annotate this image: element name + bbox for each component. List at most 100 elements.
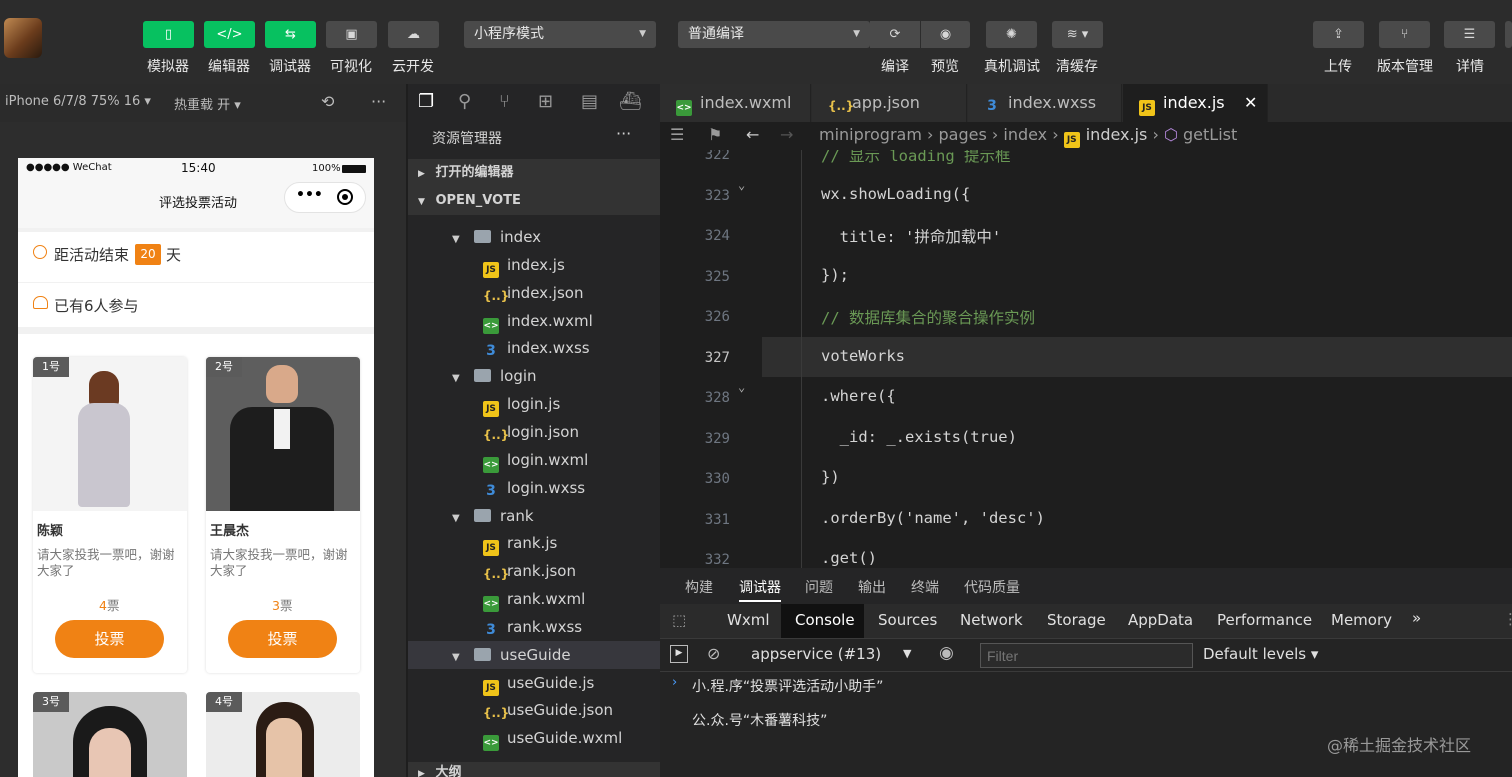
levels-select[interactable]: Default levels ▾	[1203, 645, 1318, 663]
forward-arrow-icon[interactable]: →	[780, 122, 793, 148]
file-item[interactable]: <> rank.wxml	[408, 585, 660, 613]
remote-debug-button[interactable]: ✺	[986, 21, 1037, 48]
debugger-toggle-button[interactable]: ⇆	[265, 21, 316, 48]
eye-icon[interactable]: ◉	[939, 643, 954, 663]
tab-problems[interactable]: 问题	[805, 577, 833, 597]
sidebar-toggle-icon[interactable]: ▶	[670, 645, 688, 663]
folder-item[interactable]: ▼ login	[408, 362, 660, 390]
breadcrumb-item[interactable]: pages	[939, 125, 987, 144]
file-item[interactable]: JS rank.js	[408, 529, 660, 557]
tab-console[interactable]: Console	[795, 611, 855, 629]
work-card[interactable]: 3号	[33, 692, 187, 777]
back-arrow-icon[interactable]: ←	[746, 122, 759, 148]
file-item[interactable]: <> useGuide.wxml	[408, 724, 660, 752]
file-item[interactable]: {..}useGuide.json	[408, 696, 660, 724]
mode-select[interactable]: 小程序模式 ▼	[464, 21, 656, 48]
simulator-toggle-button[interactable]: ▯	[143, 21, 194, 48]
editor-toggle-button[interactable]: </>	[204, 21, 255, 48]
file-item[interactable]: 3 index.wxss	[408, 334, 660, 362]
tab-build[interactable]: 构建	[685, 577, 713, 597]
source-control-icon[interactable]: ⑂	[499, 91, 510, 112]
cloud-button[interactable]: ☁	[388, 21, 439, 48]
more-icon[interactable]: ···	[616, 124, 631, 143]
more-icon[interactable]: ···	[371, 92, 386, 111]
folder-item[interactable]: ▼ index	[408, 223, 660, 251]
file-item[interactable]: <> login.wxml	[408, 446, 660, 474]
tab-network[interactable]: Network	[960, 611, 1023, 629]
tab-appdata[interactable]: AppData	[1128, 611, 1193, 629]
work-card[interactable]: 1号 陈颖 请大家投我一票吧，谢谢大家了 4票 投票	[33, 357, 187, 673]
tab-performance[interactable]: Performance	[1217, 611, 1312, 629]
tab-terminal[interactable]: 终端	[911, 577, 939, 597]
breadcrumb-item[interactable]: index.js	[1086, 125, 1148, 144]
file-item[interactable]: {..}index.json	[408, 279, 660, 307]
version-button[interactable]: ⑂	[1379, 21, 1430, 48]
vote-count: 4票	[99, 595, 119, 614]
tab-code-quality[interactable]: 代码质量	[964, 577, 1020, 597]
files-icon[interactable]: ❐	[418, 91, 434, 112]
project-section[interactable]: ▼ OPEN_VOTE	[408, 187, 660, 215]
console-filter-input[interactable]	[980, 643, 1193, 668]
file-item[interactable]: 3 login.wxss	[408, 474, 660, 502]
tab-index-wxss[interactable]: 3 index.wxss	[968, 84, 1122, 122]
compile-mode-select[interactable]: 普通编译 ▼	[678, 21, 870, 48]
tab-memory[interactable]: Memory	[1331, 611, 1392, 629]
compile-button[interactable]: ⟳	[870, 21, 920, 48]
file-item[interactable]: {..}login.json	[408, 418, 660, 446]
clear-cache-button[interactable]: ≋ ▾	[1052, 21, 1103, 48]
layout-icon[interactable]: ▤	[581, 91, 598, 112]
fold-chevron-icon[interactable]: ⌄	[738, 178, 745, 192]
fold-chevron-icon[interactable]: ⌄	[738, 380, 745, 394]
work-card[interactable]: 4号	[206, 692, 360, 777]
visual-toggle-button[interactable]: ▣	[326, 21, 377, 48]
file-item[interactable]: 3 rank.wxss	[408, 613, 660, 641]
folder-item[interactable]: ▼ rank	[408, 502, 660, 530]
tab-app-json[interactable]: {..}app.json	[812, 84, 967, 122]
breadcrumb-item[interactable]: getList	[1183, 125, 1237, 144]
list-icon[interactable]: ☰	[670, 122, 684, 148]
tab-index-wxml[interactable]: <> index.wxml	[660, 84, 811, 122]
file-item[interactable]: JS login.js	[408, 390, 660, 418]
vote-button[interactable]: 投票	[228, 620, 337, 658]
folder-item[interactable]: ▼ useGuide	[408, 640, 660, 669]
device-select[interactable]: iPhone 6/7/8 75% 16 ▾	[5, 94, 151, 109]
work-card[interactable]: 2号 王晨杰 请大家投我一票吧，谢谢大家了 3票 投票	[206, 357, 360, 673]
docker-icon[interactable]: ⛴	[619, 91, 642, 112]
context-select[interactable]: appservice (#13) ▼	[751, 645, 911, 663]
details-button[interactable]: ☰	[1444, 21, 1495, 48]
file-item[interactable]: <> index.wxml	[408, 307, 660, 335]
open-editors-section[interactable]: ▶ 打开的编辑器	[408, 159, 660, 187]
breadcrumb-item[interactable]: miniprogram	[819, 125, 922, 144]
tab-debugger[interactable]: 调试器	[739, 577, 781, 597]
outline-section[interactable]: ▶ 大纲	[408, 762, 660, 777]
clear-console-icon[interactable]: ⊘	[707, 644, 720, 663]
tab-storage[interactable]: Storage	[1047, 611, 1106, 629]
rotate-icon[interactable]: ⟲	[321, 92, 334, 111]
tab-output[interactable]: 输出	[858, 577, 886, 597]
tab-wxml[interactable]: Wxml	[727, 611, 770, 629]
bookmark-icon[interactable]: ⚑	[708, 122, 722, 148]
upload-button[interactable]: ⇪	[1313, 21, 1364, 48]
settings-icon[interactable]: ⋮	[1503, 610, 1512, 628]
avatar[interactable]	[4, 18, 42, 58]
file-item[interactable]: JS index.js	[408, 251, 660, 279]
close-mini-icon[interactable]	[337, 189, 353, 205]
hotreload-select[interactable]: 热重载 开 ▾	[174, 94, 241, 113]
more-toolbar-button[interactable]	[1505, 21, 1512, 48]
search-icon[interactable]: ⚲	[458, 91, 471, 112]
file-item[interactable]: JS useGuide.js	[408, 669, 660, 697]
more-dots-icon[interactable]: •••	[296, 187, 323, 203]
breadcrumb-item[interactable]: index	[1003, 125, 1047, 144]
preview-button[interactable]: ◉	[921, 21, 970, 48]
file-item[interactable]: {..}rank.json	[408, 557, 660, 585]
tab-sources[interactable]: Sources	[878, 611, 937, 629]
more-tabs-icon[interactable]: »	[1412, 609, 1421, 627]
tab-index-js[interactable]: JS index.js ✕	[1123, 84, 1268, 122]
extensions-icon[interactable]: ⊞	[538, 91, 553, 112]
vote-button[interactable]: 投票	[55, 620, 164, 658]
capsule-menu[interactable]: •••	[284, 182, 366, 213]
close-icon[interactable]: ✕	[1244, 84, 1257, 122]
inspect-icon[interactable]: ⬚	[672, 611, 686, 629]
line-number: 324	[704, 228, 730, 244]
code-editor[interactable]: ⌄ ⌄ 322 // 显示 loading 提示框 323 wx.showLoadin…	[660, 150, 1512, 568]
